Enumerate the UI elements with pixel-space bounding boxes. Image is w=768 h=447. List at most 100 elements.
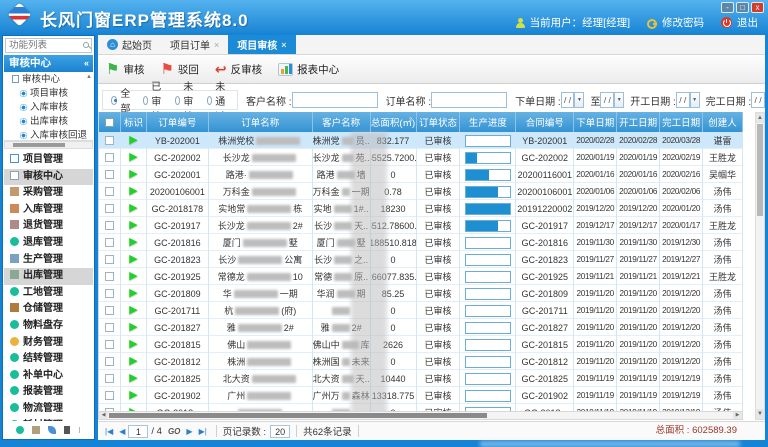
tree-item[interactable]: 入库审核回退: [4, 129, 93, 141]
select-cell[interactable]: [99, 234, 121, 251]
select-all-checkbox[interactable]: [105, 118, 114, 127]
tree-item[interactable]: 项目审核: [4, 87, 93, 101]
row-checkbox[interactable]: [105, 153, 114, 162]
sidebar-item-supplement[interactable]: 补单中心: [4, 368, 93, 385]
驳回-button[interactable]: ⚑驳回: [160, 62, 198, 77]
logout-link[interactable]: 退出: [737, 15, 758, 30]
row-checkbox[interactable]: [105, 340, 114, 349]
minimize-button[interactable]: -: [721, 2, 734, 13]
sidebar-item-inbox[interactable]: 入库管理: [4, 202, 93, 219]
select-cell[interactable]: [99, 285, 121, 302]
table-row[interactable]: ▶GC-201825北大资北大资天..10440已审核GC-2018252019…: [99, 370, 743, 387]
column-header-0[interactable]: [99, 112, 121, 132]
page-number-input[interactable]: 1: [128, 425, 148, 438]
cart-icon[interactable]: [32, 426, 40, 434]
sidebar-item-return-cart[interactable]: 退货管理: [4, 218, 93, 235]
order-date-from-input[interactable]: / /▼: [561, 92, 575, 108]
page-size-input[interactable]: 20: [270, 425, 290, 438]
tab-close-icon[interactable]: ×: [214, 40, 219, 50]
column-header-8[interactable]: 合同编号: [516, 112, 574, 132]
maximize-button[interactable]: □: [736, 2, 749, 13]
table-row[interactable]: ▶GC-201816厦门墅厦门墅188510.818已审核GC-20181620…: [99, 234, 743, 251]
row-checkbox[interactable]: [105, 221, 114, 230]
sidebar-item-document[interactable]: 项目管理: [4, 152, 93, 169]
select-cell[interactable]: [99, 132, 121, 149]
table-row[interactable]: ▶GC-201711杭(府)0已审核GC-2017112019/11/20201…: [99, 302, 743, 319]
row-checkbox[interactable]: [105, 289, 114, 298]
row-checkbox[interactable]: [105, 136, 114, 145]
tree-scrollbar-vertical[interactable]: ▲: [85, 73, 93, 133]
select-cell[interactable]: [99, 336, 121, 353]
tab-close-icon[interactable]: ×: [281, 40, 286, 50]
select-cell[interactable]: [99, 217, 121, 234]
table-row[interactable]: ▶GC-201902广州广州万森林13318.775已审核GC-20190220…: [99, 387, 743, 404]
tab-项目审核[interactable]: 项目审核×: [228, 35, 295, 54]
sidebar-item-consumables[interactable]: 耗材管理: [4, 418, 93, 422]
next-page-button[interactable]: ▶: [186, 427, 192, 436]
column-header-6[interactable]: 订单状态: [417, 112, 461, 132]
row-checkbox[interactable]: [105, 391, 114, 400]
order-date-to-input[interactable]: / /▼: [600, 92, 614, 108]
select-cell[interactable]: [99, 302, 121, 319]
column-header-3[interactable]: 订单名称: [209, 112, 313, 132]
select-cell[interactable]: [99, 183, 121, 200]
sidebar-item-cart[interactable]: 采购管理: [4, 185, 93, 202]
collapse-icon[interactable]: «: [84, 55, 89, 72]
table-row[interactable]: ▶GC-201812株洲株洲国未来0已审核GC-2018122019/11/20…: [99, 353, 743, 370]
row-checkbox[interactable]: [105, 255, 114, 264]
反审核-button[interactable]: ↩反审核: [215, 61, 262, 78]
column-header-12[interactable]: 创建人: [703, 112, 743, 132]
scroll-left-icon[interactable]: ◀: [99, 412, 108, 419]
row-checkbox[interactable]: [105, 238, 114, 247]
row-checkbox[interactable]: [105, 204, 114, 213]
column-header-1[interactable]: 标识: [121, 112, 147, 132]
close-button[interactable]: x: [751, 2, 764, 13]
sidebar-item-warehouse[interactable]: 仓储管理: [4, 301, 93, 318]
tree-item[interactable]: 出库审核: [4, 115, 93, 129]
start-date-input[interactable]: / /▼: [676, 92, 690, 108]
table-row[interactable]: ▶GC-2018178实地常栋实地1#..18230已审核20191220002…: [99, 200, 743, 217]
select-cell[interactable]: [99, 387, 121, 404]
table-row[interactable]: ▶GC-201827雅2#雅2#0已审核GC-2018272019/11/202…: [99, 319, 743, 336]
more-icon[interactable]: ⁝: [78, 426, 81, 435]
column-header-9[interactable]: 下单日期: [574, 112, 617, 132]
sidebar-item-outbound[interactable]: 出库管理: [4, 268, 93, 285]
column-header-2[interactable]: 订单编号: [147, 112, 209, 132]
finish-date-input[interactable]: / /: [751, 92, 765, 108]
sidebar-item-clipboard[interactable]: 审核中心: [4, 169, 93, 186]
table-row[interactable]: ▶GC-202002长沙龙长沙龙苑..65525.7200..已审核GC-202…: [99, 149, 743, 166]
scrollbar-thumb[interactable]: [109, 413, 487, 418]
tab-项目订单[interactable]: 项目订单×: [161, 35, 228, 54]
sidebar-item-carryover[interactable]: 结转管理: [4, 351, 93, 368]
scroll-up-icon[interactable]: ▲: [756, 113, 764, 123]
sidebar-item-install[interactable]: 报装管理: [4, 384, 93, 401]
table-scrollbar-horizontal[interactable]: ◀ ▶: [98, 411, 743, 420]
circle-icon[interactable]: [16, 426, 24, 434]
table-row[interactable]: ▶GC-201809华一期华润期85.25已审核GC-2018092019/11…: [99, 285, 743, 302]
select-cell[interactable]: [99, 166, 121, 183]
sidebar-item-production[interactable]: 生产管理: [4, 252, 93, 269]
chevron-down-icon[interactable]: ▼: [690, 92, 700, 108]
审核-button[interactable]: ⚑审核: [106, 62, 144, 77]
first-page-button[interactable]: |◀: [105, 427, 113, 436]
sidebar-panel-header[interactable]: 审核中心 «: [4, 55, 93, 72]
chevron-down-icon[interactable]: ▼: [614, 92, 624, 108]
building-icon[interactable]: [64, 426, 70, 434]
chevron-down-icon[interactable]: ▼: [574, 92, 584, 108]
column-header-4[interactable]: 客户名称: [313, 112, 371, 132]
prev-page-button[interactable]: ◀: [119, 427, 125, 436]
sidebar-item-inventory[interactable]: 物料盘存: [4, 318, 93, 335]
sidebar-item-logistics[interactable]: 物流管理: [4, 401, 93, 418]
go-button[interactable]: GO: [168, 427, 180, 436]
table-scrollbar-vertical[interactable]: ▲ ▼: [755, 112, 765, 420]
table-row[interactable]: ▶GC-201925常德龙10常德原..266077.835..已审核GC-20…: [99, 268, 743, 285]
row-checkbox[interactable]: [105, 374, 114, 383]
scrollbar-thumb[interactable]: [757, 124, 763, 216]
row-checkbox[interactable]: [105, 272, 114, 281]
scroll-down-icon[interactable]: ▼: [756, 409, 764, 419]
column-header-10[interactable]: 开工日期: [617, 112, 660, 132]
select-cell[interactable]: [99, 149, 121, 166]
select-cell[interactable]: [99, 200, 121, 217]
change-password-link[interactable]: 修改密码: [662, 15, 704, 30]
table-row[interactable]: ▶GC-201917长沙龙2#长沙天..8512.78600..已审核GC-20…: [99, 217, 743, 234]
